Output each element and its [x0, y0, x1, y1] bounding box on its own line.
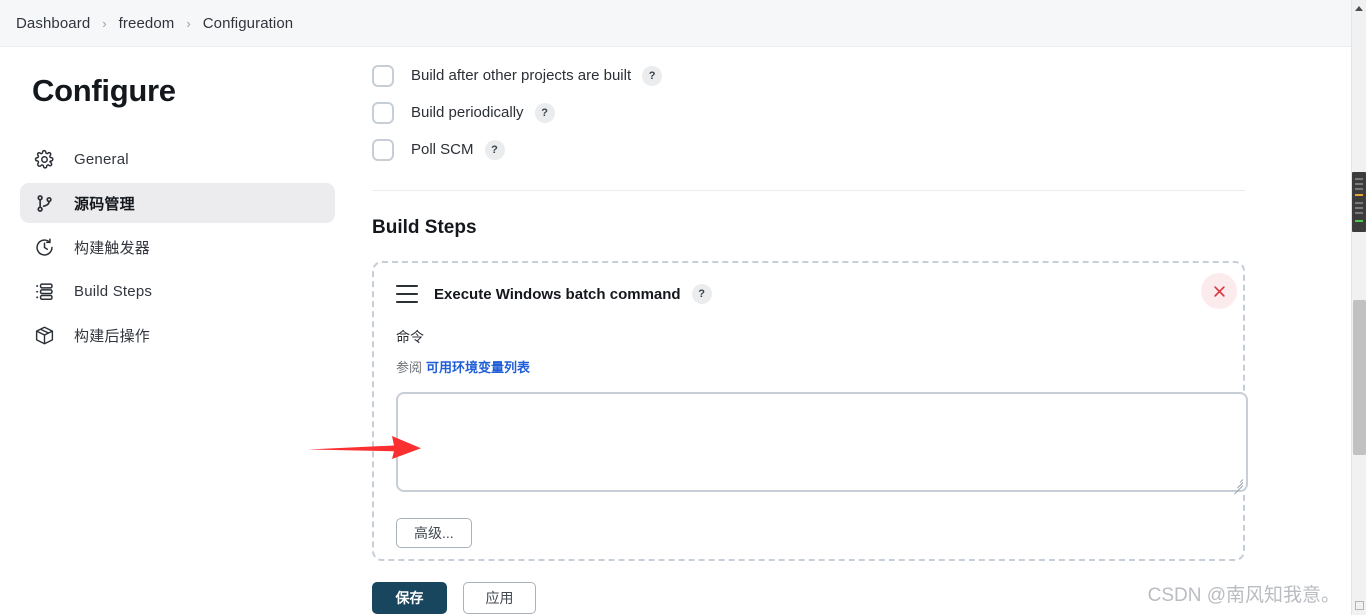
trigger-label: Build periodically [411, 104, 524, 121]
help-icon[interactable]: ? [642, 65, 663, 86]
sidebar-item-post-build-actions[interactable]: 构建后操作 [20, 315, 335, 355]
build-step-header: Execute Windows batch command ? [396, 283, 1221, 305]
form-actions: 保存 应用 [372, 582, 536, 614]
command-textarea[interactable] [396, 392, 1248, 495]
gear-icon [32, 147, 56, 171]
git-branch-icon [32, 191, 56, 215]
save-button[interactable]: 保存 [372, 582, 447, 614]
breadcrumb-item-configuration[interactable]: Configuration [203, 15, 294, 32]
checkbox-poll-scm[interactable] [372, 138, 394, 161]
page-body: Configure General 源码管理 构建触发器 Build Steps… [0, 47, 1351, 615]
package-icon [32, 323, 56, 347]
sidebar-item-label: 构建后操作 [74, 327, 151, 345]
sidebar-item-label: 源码管理 [74, 195, 135, 213]
trigger-label: Build after other projects are built [411, 67, 632, 84]
env-variables-link[interactable]: 可用环境变量列表 [426, 360, 530, 375]
main-content: Build after other projects are built ? B… [355, 47, 1351, 615]
help-icon[interactable]: ? [534, 102, 555, 123]
command-field-label: 命令 [396, 329, 424, 345]
advanced-button[interactable]: 高级... [396, 518, 472, 548]
page-title: Configure [32, 73, 176, 108]
section-title-build-steps: Build Steps [372, 217, 477, 238]
list-steps-icon [32, 279, 56, 303]
delete-build-step-button[interactable] [1201, 273, 1237, 309]
sidebar-item-build-steps[interactable]: Build Steps [20, 271, 335, 311]
help-icon[interactable]: ? [484, 139, 505, 160]
breadcrumb-bar: Dashboard › freedom › Configuration [0, 0, 1351, 47]
build-step-card: Execute Windows batch command ? 命令 参阅 可用环… [372, 261, 1248, 561]
page-scrollbar[interactable] [1351, 0, 1366, 615]
clock-icon [32, 235, 56, 259]
build-step-title: Execute Windows batch command [434, 285, 681, 303]
trigger-label: Poll SCM [411, 141, 474, 158]
breadcrumb-separator-icon: › [186, 15, 191, 31]
sidebar-item-source-control[interactable]: 源码管理 [20, 183, 335, 223]
hint-prefix-text: 参阅 [396, 360, 423, 375]
scrollbar-thumb[interactable] [1353, 300, 1366, 455]
scrollbar-minimap-marker [1352, 172, 1366, 232]
checkbox-build-periodically[interactable] [372, 101, 394, 124]
scroll-up-arrow-icon[interactable] [1355, 6, 1363, 11]
breadcrumb-item-dashboard[interactable]: Dashboard [16, 15, 90, 32]
sidebar-item-label: 构建触发器 [74, 239, 151, 257]
textarea-resize-grip[interactable] [1230, 474, 1244, 495]
sidebar-item-general[interactable]: General [20, 139, 335, 179]
sidebar: Configure General 源码管理 构建触发器 Build Steps… [0, 47, 355, 615]
scrollbar-corner-box [1355, 601, 1364, 610]
sidebar-item-build-triggers[interactable]: 构建触发器 [20, 227, 335, 267]
trigger-row-build-after-other-projects: Build after other projects are built ? [372, 57, 1351, 94]
command-field-hint: 参阅 可用环境变量列表 [396, 357, 1221, 376]
section-divider [372, 190, 1245, 191]
watermark-text: CSDN @南风知我意。 [1147, 585, 1340, 606]
breadcrumb-item-freedom[interactable]: freedom [119, 15, 175, 32]
breadcrumb-separator-icon: › [102, 15, 107, 31]
help-icon[interactable]: ? [691, 284, 712, 304]
drag-handle-icon[interactable] [396, 285, 418, 303]
sidebar-item-label: General [74, 150, 129, 168]
sidebar-nav: General 源码管理 构建触发器 Build Steps 构建后操作 [0, 139, 355, 355]
trigger-row-build-periodically: Build periodically ? [372, 94, 1351, 131]
apply-button[interactable]: 应用 [463, 582, 536, 614]
close-icon [1213, 285, 1225, 297]
checkbox-build-after-other-projects[interactable] [372, 64, 394, 87]
build-triggers-list: Build after other projects are built ? B… [355, 47, 1351, 168]
sidebar-item-label: Build Steps [74, 282, 153, 300]
trigger-row-poll-scm: Poll SCM ? [372, 131, 1351, 168]
